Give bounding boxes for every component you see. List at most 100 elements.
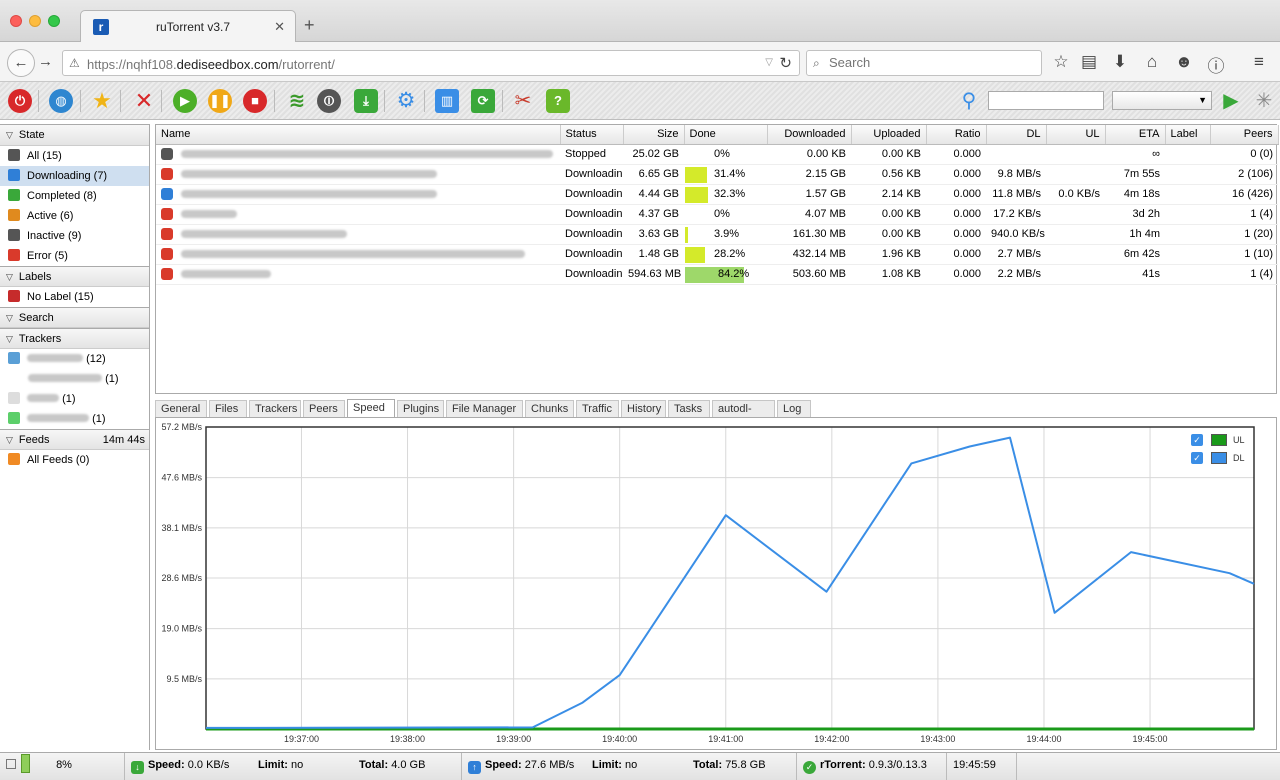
- tab-files[interactable]: Files: [209, 400, 247, 417]
- column-header[interactable]: UL: [1046, 125, 1106, 145]
- tab-tasks[interactable]: Tasks: [668, 400, 710, 417]
- search-engine-select[interactable]: ▼: [1112, 91, 1212, 110]
- sidebar-item[interactable]: Downloading (7): [0, 166, 149, 186]
- remove-icon[interactable]: ✕: [131, 88, 157, 114]
- window-minimize-button[interactable]: [29, 15, 41, 27]
- tab-autodl-irssi[interactable]: autodl-irssi: [712, 400, 775, 431]
- table-row[interactable]: Downloadin 6.65 GB 31.4% 2.15 GB 0.56 KB 0.00…: [156, 164, 1278, 185]
- tab-peers[interactable]: Peers: [303, 400, 345, 417]
- tab-close-icon[interactable]: ✕: [274, 19, 285, 35]
- settings-power-icon[interactable]: ⏼: [316, 88, 342, 114]
- rss-feed-icon[interactable]: ≋: [284, 88, 310, 114]
- tracker-item[interactable]: (1): [0, 369, 149, 389]
- sidebar-item[interactable]: Active (6): [0, 206, 149, 226]
- tab-trackers[interactable]: Trackers: [249, 400, 301, 417]
- checkbox-icon[interactable]: ✓: [1191, 434, 1203, 446]
- upload-limit[interactable]: no: [625, 759, 637, 771]
- sidebar-item[interactable]: No Label (15): [0, 287, 149, 307]
- start-icon[interactable]: ▶: [172, 88, 198, 114]
- column-header[interactable]: Downloaded: [767, 125, 852, 145]
- tab-file-manager[interactable]: File Manager: [446, 400, 523, 417]
- tracker-item[interactable]: (12): [0, 349, 149, 369]
- reload-icon[interactable]: ↻: [779, 54, 792, 72]
- sidebar-item[interactable]: All (15): [0, 146, 149, 166]
- gear-icon[interactable]: ⚙: [393, 88, 419, 114]
- globe-icon[interactable]: ◍: [48, 88, 74, 114]
- cell-done: 0%: [684, 144, 767, 165]
- downloads-icon[interactable]: ⬇: [1109, 52, 1131, 72]
- download-limit[interactable]: no: [291, 759, 303, 771]
- state-header[interactable]: ▽ State: [0, 125, 149, 146]
- sidebar-item[interactable]: Inactive (9): [0, 226, 149, 246]
- window-close-button[interactable]: [10, 15, 22, 27]
- cell-eta: 7m 55s: [1105, 164, 1165, 185]
- cell-eta: 6m 42s: [1105, 244, 1165, 265]
- column-header[interactable]: Label: [1165, 125, 1211, 145]
- bookmark-star-icon[interactable]: ☆: [1050, 52, 1072, 72]
- window-zoom-button[interactable]: [48, 15, 60, 27]
- table-row[interactable]: Downloadin 4.44 GB 32.3% 1.57 GB 2.14 KB 0.00…: [156, 184, 1278, 205]
- tab-general[interactable]: General: [155, 400, 207, 417]
- star-icon[interactable]: ★: [89, 88, 115, 114]
- sidebar-item[interactable]: All Feeds (0): [0, 450, 149, 470]
- new-tab-button[interactable]: +: [304, 16, 315, 34]
- tools-icon[interactable]: ✂: [510, 88, 536, 114]
- forward-button[interactable]: →: [38, 53, 53, 70]
- legend-item-dl[interactable]: ✓ DL: [1191, 450, 1261, 468]
- tab-plugins[interactable]: Plugins: [397, 400, 444, 417]
- refresh-icon[interactable]: ⟳: [470, 88, 496, 114]
- table-row[interactable]: Downloadin 4.37 GB 0% 4.07 MB 0.00 KB 0.000 17…: [156, 204, 1278, 225]
- power-icon[interactable]: ⏻: [7, 88, 33, 114]
- column-header[interactable]: Status: [560, 125, 624, 145]
- tab-speed[interactable]: Speed: [347, 399, 395, 417]
- table-row[interactable]: Downloadin 1.48 GB 28.2% 432.14 MB 1.96 KB 0.…: [156, 244, 1278, 265]
- info-icon[interactable]: ⓘ: [1205, 52, 1227, 77]
- column-header[interactable]: Size: [623, 125, 685, 145]
- stop-icon[interactable]: ■: [242, 88, 268, 114]
- legend-item-ul[interactable]: ✓ UL: [1191, 432, 1261, 450]
- feeds-header[interactable]: ▽ Feeds 14m 44s: [0, 429, 149, 450]
- sidebar-item[interactable]: Completed (8): [0, 186, 149, 206]
- sidebar-item[interactable]: Error (5): [0, 246, 149, 266]
- labels-header[interactable]: ▽ Labels: [0, 266, 149, 287]
- search-header[interactable]: ▽ Search: [0, 307, 149, 328]
- table-row[interactable]: Downloadin 3.63 GB 3.9% 161.30 MB 0.00 KB 0.0…: [156, 224, 1278, 245]
- column-header[interactable]: Peers: [1210, 125, 1279, 145]
- reading-list-icon[interactable]: ▤: [1078, 52, 1100, 72]
- columns-icon[interactable]: ▥: [434, 88, 460, 114]
- column-header[interactable]: Done: [684, 125, 768, 145]
- help-icon[interactable]: ?: [545, 88, 571, 114]
- tab-log[interactable]: Log: [777, 400, 811, 417]
- tab-history[interactable]: History: [621, 400, 666, 417]
- url-dropdown-icon[interactable]: ▽: [765, 57, 773, 68]
- column-header[interactable]: ETA: [1105, 125, 1166, 145]
- browser-tab[interactable]: r ruTorrent v3.7 ✕: [80, 10, 296, 43]
- trackers-header[interactable]: ▽ Trackers: [0, 328, 149, 349]
- tracker-item[interactable]: (1): [0, 409, 149, 429]
- go-search-icon[interactable]: ▶: [1218, 88, 1244, 114]
- column-header[interactable]: DL: [986, 125, 1047, 145]
- tab-chunks[interactable]: Chunks: [525, 400, 574, 417]
- menu-icon[interactable]: ≡: [1248, 52, 1270, 72]
- back-button[interactable]: ←: [7, 49, 35, 77]
- tracker-item[interactable]: (1): [0, 389, 149, 409]
- table-row[interactable]: Stopped 25.02 GB 0% 0.00 KB 0.00 KB 0.000 ∞ 0 (…: [156, 144, 1278, 165]
- column-header[interactable]: Uploaded: [851, 125, 927, 145]
- column-header[interactable]: Ratio: [926, 125, 987, 145]
- home-icon[interactable]: ⌂: [1141, 52, 1163, 72]
- browser-search-input[interactable]: [829, 55, 1029, 70]
- checkbox-icon[interactable]: ✓: [1191, 452, 1203, 464]
- status-icon: [161, 187, 173, 200]
- sidebar-item-label: Completed (8): [27, 190, 97, 202]
- browser-search-box[interactable]: ⌕: [806, 50, 1042, 76]
- tab-traffic[interactable]: Traffic: [576, 400, 619, 417]
- torrent-search-input[interactable]: [988, 91, 1104, 110]
- cell-ul: [1046, 144, 1105, 165]
- pocket-icon[interactable]: ☻: [1173, 52, 1195, 72]
- magnifier-icon[interactable]: ⚲: [956, 88, 982, 114]
- add-torrent-icon[interactable]: ⤓: [353, 88, 379, 114]
- column-header[interactable]: Name: [156, 125, 561, 145]
- pause-icon[interactable]: ❚❚: [207, 88, 233, 114]
- table-row[interactable]: Downloadin 594.63 MB 84.2% 503.60 MB 1.08 KB…: [156, 264, 1278, 285]
- url-bar[interactable]: ⚠ https://nqhf108.dediseedbox.com/rutorr…: [62, 50, 800, 76]
